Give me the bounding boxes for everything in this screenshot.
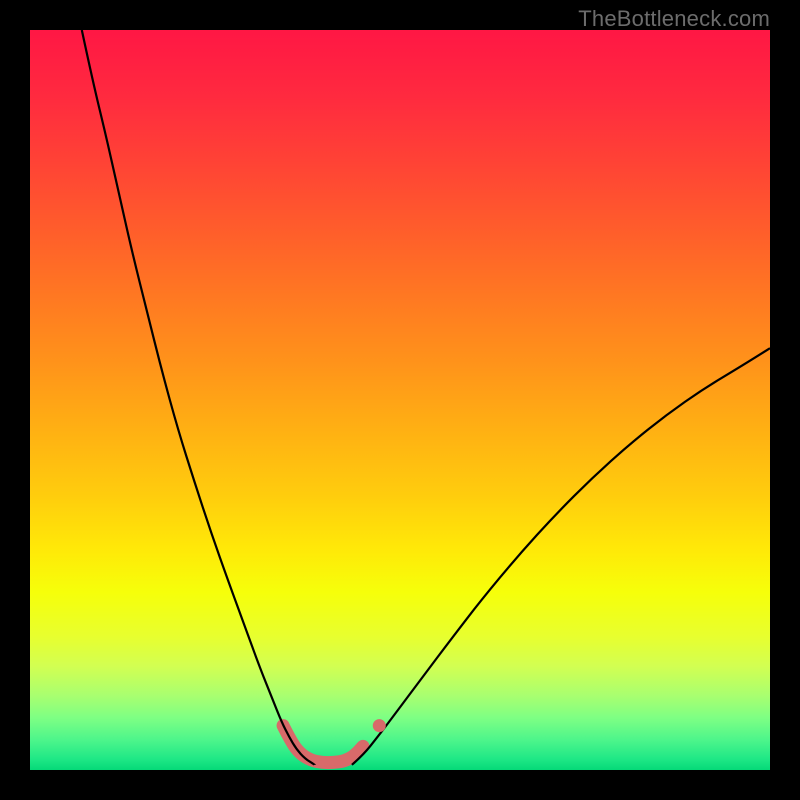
bottleneck-chart (30, 30, 770, 770)
marker-group (373, 719, 386, 732)
gradient-background (30, 30, 770, 770)
chart-frame: TheBottleneck.com (0, 0, 800, 800)
plot-area (30, 30, 770, 770)
highlight-dot (373, 719, 386, 732)
watermark-text: TheBottleneck.com (578, 6, 770, 32)
